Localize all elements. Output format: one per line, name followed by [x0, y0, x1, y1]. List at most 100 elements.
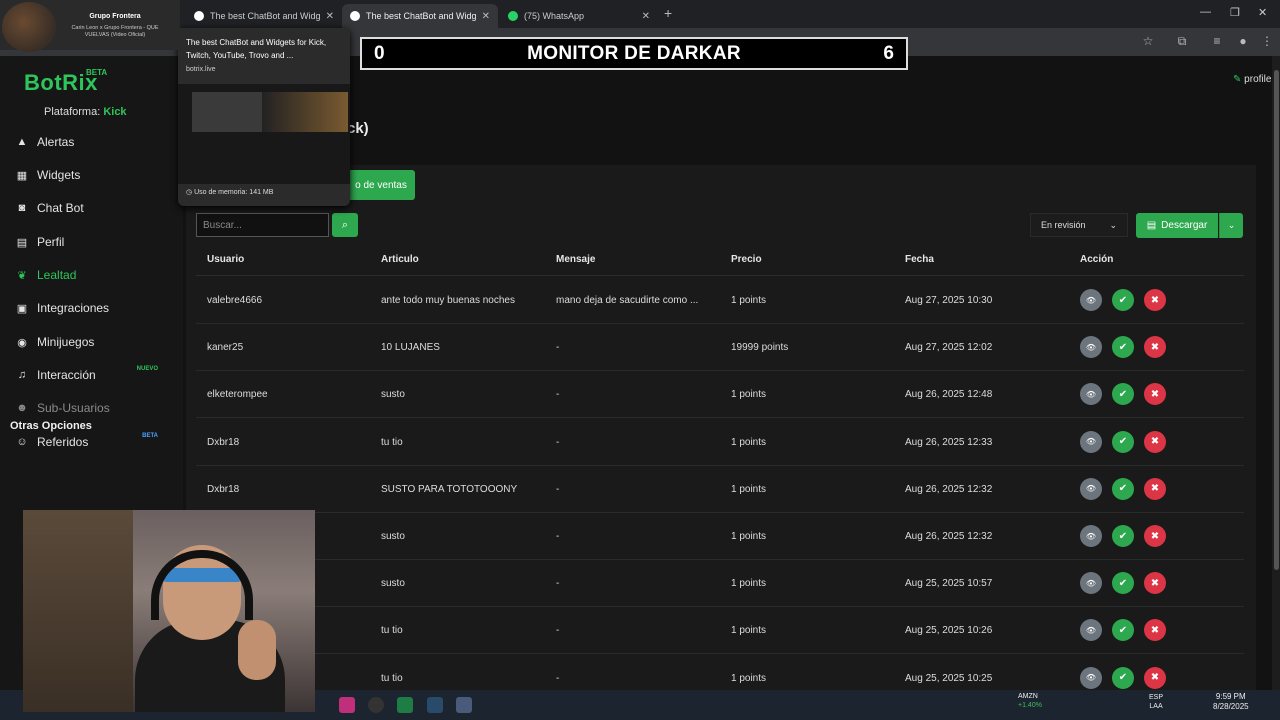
x-button[interactable]: ✖ — [1144, 430, 1166, 453]
download-dropdown-button[interactable]: ⌄ — [1219, 213, 1243, 238]
eye-button[interactable]: 👁 — [1080, 619, 1102, 642]
eye-button[interactable]: 👁 — [1080, 383, 1102, 406]
profile-link[interactable]: ✎ profile — [1233, 74, 1271, 85]
column-header[interactable]: Fecha — [905, 254, 934, 265]
check-button[interactable]: ✔ — [1112, 525, 1134, 547]
new-tab-icon[interactable]: + — [664, 5, 672, 21]
eye-button[interactable]: 👁 — [1080, 430, 1102, 453]
column-header: Acción — [1080, 254, 1114, 265]
maximize-icon[interactable]: ❐ — [1230, 6, 1240, 19]
column-header[interactable]: Usuario — [207, 254, 244, 265]
cell-precio: 1 points — [731, 483, 767, 495]
cell-articulo: tu tio — [381, 672, 403, 684]
x-button[interactable]: ✖ — [1144, 289, 1166, 311]
stock-widget[interactable]: AMZN +1.40% — [1018, 692, 1042, 710]
x-button[interactable]: ✖ — [1144, 572, 1166, 595]
excel-icon[interactable] — [397, 697, 413, 713]
column-header[interactable]: Precio — [731, 254, 762, 265]
eye-button[interactable]: 👁 — [1080, 572, 1102, 595]
x-button[interactable]: ✖ — [1144, 619, 1166, 642]
sidebar-item-widgets[interactable]: ▦ Widgets — [14, 164, 174, 186]
sidebar-item-minijuegos[interactable]: ◉ Minijuegos — [14, 331, 174, 353]
check-button[interactable]: ✔ — [1112, 336, 1134, 359]
sidebar-item-referidos[interactable]: ☺ Referidos BETA — [14, 431, 174, 453]
column-header[interactable]: Articulo — [381, 254, 419, 265]
whatsapp-icon — [508, 11, 518, 21]
close-icon[interactable]: ✕ — [642, 11, 650, 22]
check-button[interactable]: ✔ — [1112, 383, 1134, 406]
sidebar-item-sub-usuarios[interactable]: ☻ Sub-Usuarios — [14, 397, 174, 419]
calculator-icon[interactable] — [456, 697, 472, 713]
steam-icon[interactable] — [427, 697, 443, 713]
cell-precio: 1 points — [731, 672, 767, 684]
tab-ventas[interactable]: o de ventas — [347, 170, 415, 200]
check-button[interactable]: ✔ — [1112, 619, 1134, 642]
extensions-icon[interactable]: ⧉ — [1175, 34, 1189, 48]
x-button[interactable]: ✖ — [1144, 336, 1166, 359]
platform-indicator: Plataforma: Kick — [44, 106, 127, 118]
bookmark-star-icon[interactable]: ☆ — [1141, 34, 1155, 48]
eye-button[interactable]: 👁 — [1080, 666, 1102, 689]
obs-icon[interactable] — [368, 697, 384, 713]
check-button[interactable]: ✔ — [1112, 572, 1134, 595]
cell-precio: 1 points — [731, 295, 767, 306]
new-badge: NUEVO — [136, 366, 158, 372]
check-button[interactable]: ✔ — [1112, 289, 1134, 311]
reading-list-icon[interactable]: ≡ — [1210, 34, 1224, 48]
check-button[interactable]: ✔ — [1112, 477, 1134, 500]
language-indicator[interactable]: ESP LAA — [1149, 693, 1163, 711]
check-button[interactable]: ✔ — [1112, 430, 1134, 453]
profile-avatar-icon[interactable]: ● — [1236, 34, 1250, 48]
x-button[interactable]: ✖ — [1144, 477, 1166, 500]
eye-button[interactable]: 👁 — [1080, 289, 1102, 311]
search-button[interactable]: ⌕ — [332, 213, 358, 237]
cell-articulo: tu tio — [381, 625, 403, 637]
cell-mensaje: - — [556, 436, 560, 448]
platform-label: Plataforma: — [44, 106, 101, 118]
cell-fecha: Aug 26, 2025 12:33 — [905, 436, 993, 448]
close-icon[interactable]: ✕ — [482, 11, 490, 22]
eye-button[interactable]: 👁 — [1080, 336, 1102, 359]
music-app-icon[interactable] — [339, 697, 355, 713]
check-icon: ✔ — [1118, 672, 1128, 684]
table-header: Usuario Articulo Mensaje Precio Fecha Ac… — [196, 248, 1244, 276]
eye-button[interactable]: 👁 — [1080, 525, 1102, 547]
eye-icon: 👁 — [1085, 295, 1097, 305]
pen-icon: ✎ — [1233, 74, 1242, 85]
eye-button[interactable]: 👁 — [1080, 477, 1102, 500]
x-button[interactable]: ✖ — [1144, 525, 1166, 547]
column-header[interactable]: Mensaje — [556, 254, 595, 265]
close-icon[interactable]: ✕ — [326, 11, 334, 22]
sidebar-item-chat-bot[interactable]: ◙ Chat Bot — [14, 197, 174, 219]
x-button[interactable]: ✖ — [1144, 383, 1166, 406]
preview-thumbnail — [178, 84, 350, 184]
sidebar-item-label: Interacción — [37, 368, 96, 382]
tab-botrix-2[interactable]: The best ChatBot and Widgets ✕ — [342, 4, 498, 28]
minimize-icon[interactable]: — — [1200, 6, 1211, 18]
tab-whatsapp[interactable]: (75) WhatsApp ✕ — [500, 4, 658, 28]
profile-label: profile — [1244, 74, 1272, 85]
check-icon: ✔ — [1118, 436, 1128, 448]
cell-mensaje: - — [556, 578, 560, 590]
id-card-icon: ▤ — [16, 236, 28, 249]
x-button[interactable]: ✖ — [1144, 666, 1166, 689]
menu-dots-icon[interactable]: ⋮ — [1260, 34, 1274, 48]
tab-botrix-1[interactable]: The best ChatBot and Widgets ✕ — [186, 4, 342, 28]
status-select[interactable]: En revisión ⌄ — [1030, 213, 1128, 237]
sidebar-item-lealtad[interactable]: ❦ Lealtad — [14, 264, 174, 286]
x-icon: ✖ — [1150, 294, 1160, 306]
search-input[interactable] — [196, 213, 329, 237]
sidebar-item-perfil[interactable]: ▤ Perfil — [14, 231, 174, 253]
window-close-icon[interactable]: ✕ — [1258, 6, 1267, 19]
sidebar-item-alertas[interactable]: ▲ Alertas — [14, 131, 174, 153]
memory-usage: ◷ Uso de memoria: 141 MB — [186, 188, 273, 196]
scrollbar-thumb[interactable] — [1274, 70, 1279, 570]
download-button[interactable]: ▤ Descargar — [1136, 213, 1218, 238]
sidebar-item-interaccion[interactable]: ♫ Interacción NUEVO — [14, 364, 174, 386]
x-icon: ✖ — [1150, 436, 1160, 448]
users-icon: ☻ — [16, 402, 28, 414]
sidebar-item-integraciones[interactable]: ▣ Integraciones — [14, 297, 174, 319]
check-button[interactable]: ✔ — [1112, 666, 1134, 689]
sidebar-item-label: Lealtad — [37, 268, 77, 282]
system-clock[interactable]: 9:59 PM 8/28/2025 — [1213, 692, 1249, 712]
